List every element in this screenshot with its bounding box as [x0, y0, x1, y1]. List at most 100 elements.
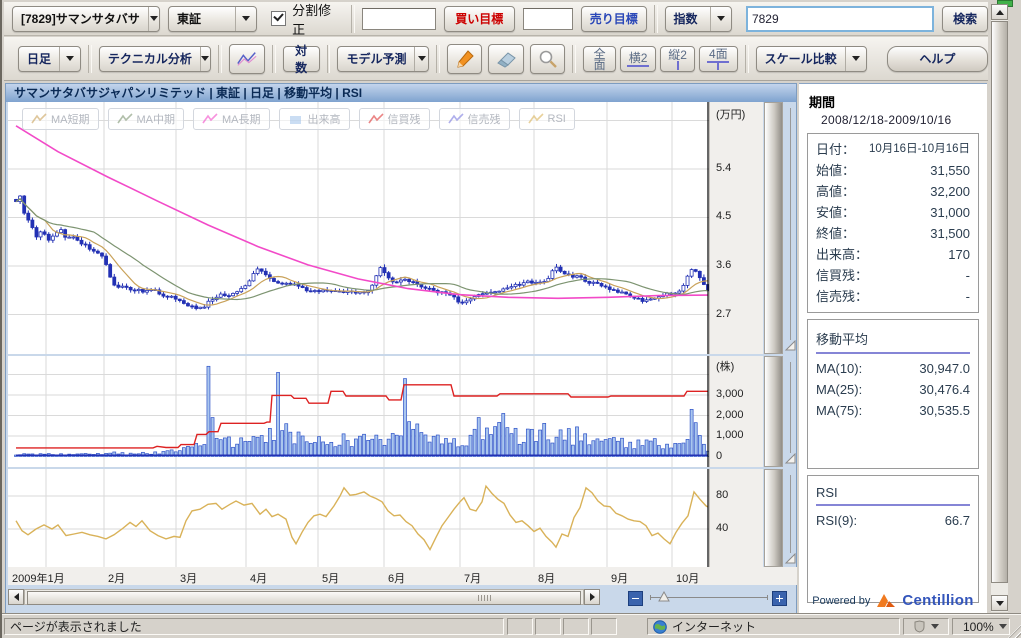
chevron-down-icon[interactable] [59, 47, 80, 71]
legend-toggle-MA短期[interactable]: MA短期 [22, 108, 99, 130]
split-adjust-checkbox[interactable] [271, 11, 286, 26]
scrollbar-thumb[interactable] [27, 591, 581, 605]
search-button[interactable]: 検索 [942, 6, 988, 32]
slider-thumb-icon[interactable] [784, 453, 797, 465]
volume-scale-slider[interactable] [784, 356, 798, 467]
ma-row-value: 30,476.4 [919, 379, 970, 400]
buy-target-button[interactable]: 買い目標 [444, 6, 515, 32]
legend-toggle-RSI[interactable]: RSI [519, 108, 575, 130]
period-selector-label: 日足 [19, 50, 59, 67]
line-chart-icon [236, 50, 258, 68]
line-series-icon [202, 113, 218, 125]
quote-row: 安値：31,000 [816, 202, 970, 223]
legend-toggle-MA長期[interactable]: MA長期 [193, 108, 270, 130]
split-vertical-button[interactable]: 縦2 [660, 46, 695, 72]
rsi-scale-channel[interactable] [764, 469, 783, 567]
date-axis-label: 7月 [464, 570, 481, 586]
sell-target-input[interactable] [523, 8, 573, 30]
divider [816, 504, 970, 506]
line-chart-tool-button[interactable] [229, 44, 265, 74]
status-cell [507, 618, 533, 635]
divider [272, 45, 276, 73]
volume-scale-channel[interactable] [764, 356, 783, 467]
moving-average-title: 移動平均 [816, 325, 970, 352]
rsi-axis: 8040 [710, 469, 763, 567]
exchange-selector[interactable]: 東証 [168, 6, 257, 32]
rsi-title: RSI [816, 481, 970, 504]
split-horizontal-button[interactable]: 横2 [620, 46, 656, 72]
quote-row-label: 出来高： [816, 244, 868, 265]
zoom-tool-button[interactable] [530, 44, 565, 74]
volume-axis-unit: (株) [716, 358, 734, 374]
price-axis-tick: 4.5 [716, 210, 731, 222]
quote-row-value: 32,200 [930, 181, 970, 202]
date-axis-label: 6月 [388, 570, 405, 586]
scroll-right-button[interactable] [584, 589, 600, 605]
rsi-scale-slider[interactable] [784, 469, 798, 567]
legend-toggle-MA中期[interactable]: MA中期 [108, 108, 185, 130]
price-axis-tick: 3.6 [716, 259, 731, 271]
model-forecast-selector[interactable]: モデル予測 [337, 46, 429, 72]
period-selector[interactable]: 日足 [18, 46, 81, 72]
chevron-down-icon[interactable] [148, 7, 159, 31]
rsi-row-value: 66.7 [945, 510, 970, 531]
scroll-left-button[interactable] [8, 589, 24, 605]
status-cell [563, 618, 589, 635]
index-selector[interactable]: 指数 [665, 6, 732, 32]
ma-row: MA(10):30,947.0 [816, 358, 970, 379]
stock-selector[interactable]: [7829]サマンサタバサ [12, 6, 160, 32]
sell-target-button[interactable]: 売り目標 [581, 6, 647, 32]
chevron-down-icon[interactable] [999, 624, 1007, 629]
protection-cell[interactable] [903, 618, 949, 635]
volume-chart-plot[interactable] [8, 356, 710, 467]
ticker-search-input[interactable] [746, 6, 934, 32]
zoom-out-button[interactable] [628, 591, 643, 606]
legend-toggle-信売残[interactable]: 信売残 [439, 108, 510, 130]
scroll-down-button[interactable] [991, 595, 1008, 611]
scrollbar-track[interactable] [24, 589, 584, 605]
status-bar: ページが表示されました インターネット 100% [2, 614, 1021, 638]
price-scale-slider[interactable] [784, 102, 798, 354]
slider-thumb-icon[interactable] [784, 553, 797, 565]
buy-target-input[interactable] [362, 8, 436, 30]
status-cell [591, 618, 617, 635]
line-series-icon [528, 113, 544, 125]
scroll-up-button[interactable] [991, 4, 1008, 20]
zone-cell: インターネット [647, 618, 900, 635]
technical-analysis-label: テクニカル分析 [100, 50, 200, 67]
info-panel: 期間 2008/12/18-2009/10/16 日付：10月16日-10月16… [799, 83, 987, 615]
help-button[interactable]: ヘルプ [887, 46, 988, 72]
price-chart-plot[interactable]: MA短期 MA中期 MA長期出来高信買残信売残 RSI [8, 102, 710, 354]
quote-row-value: 10月16日-10月16日 [869, 139, 970, 160]
chevron-down-icon[interactable] [845, 47, 866, 71]
volume-axis: (株)3,0002,0001,0000 [710, 356, 763, 467]
zoom-in-button[interactable] [772, 591, 787, 606]
rsi-chart-plot[interactable] [8, 469, 710, 567]
full-pane-button[interactable]: 全面 [583, 46, 616, 72]
chevron-down-icon[interactable] [931, 624, 939, 629]
zone-label: インターネット [672, 618, 756, 635]
zoom-slider-thumb[interactable] [658, 591, 671, 603]
price-scale-channel[interactable] [764, 102, 783, 354]
scale-compare-selector[interactable]: スケール比較 [756, 46, 867, 72]
technical-analysis-selector[interactable]: テクニカル分析 [99, 46, 211, 72]
date-axis-label: 10月 [676, 570, 699, 586]
eraser-tool-button[interactable] [488, 44, 524, 74]
split-four-button[interactable]: 4面 [699, 46, 738, 72]
log-scale-button[interactable]: 対数 [283, 46, 320, 72]
app-window: [7829]サマンサタバサ 東証 分割修正 買い目標 売り目標 指数 検索 日足… [0, 0, 1021, 638]
quote-row-value: 31,550 [930, 160, 970, 181]
chevron-down-icon[interactable] [235, 7, 256, 31]
chevron-down-icon[interactable] [200, 47, 210, 71]
legend-toggle-信買残[interactable]: 信買残 [359, 108, 430, 130]
divider [816, 352, 970, 354]
slider-thumb-icon[interactable] [784, 340, 797, 352]
scrollbar-thumb[interactable] [991, 21, 1008, 583]
pencil-tool-button[interactable] [447, 44, 482, 74]
date-axis-label: 2009年1月 [12, 570, 65, 586]
legend-toggle-出来高[interactable]: 出来高 [279, 108, 350, 130]
page-zoom-cell[interactable]: 100% [952, 618, 1010, 635]
quote-row: 終値：31,500 [816, 223, 970, 244]
chevron-down-icon[interactable] [414, 47, 428, 71]
chevron-down-icon[interactable] [710, 7, 731, 31]
